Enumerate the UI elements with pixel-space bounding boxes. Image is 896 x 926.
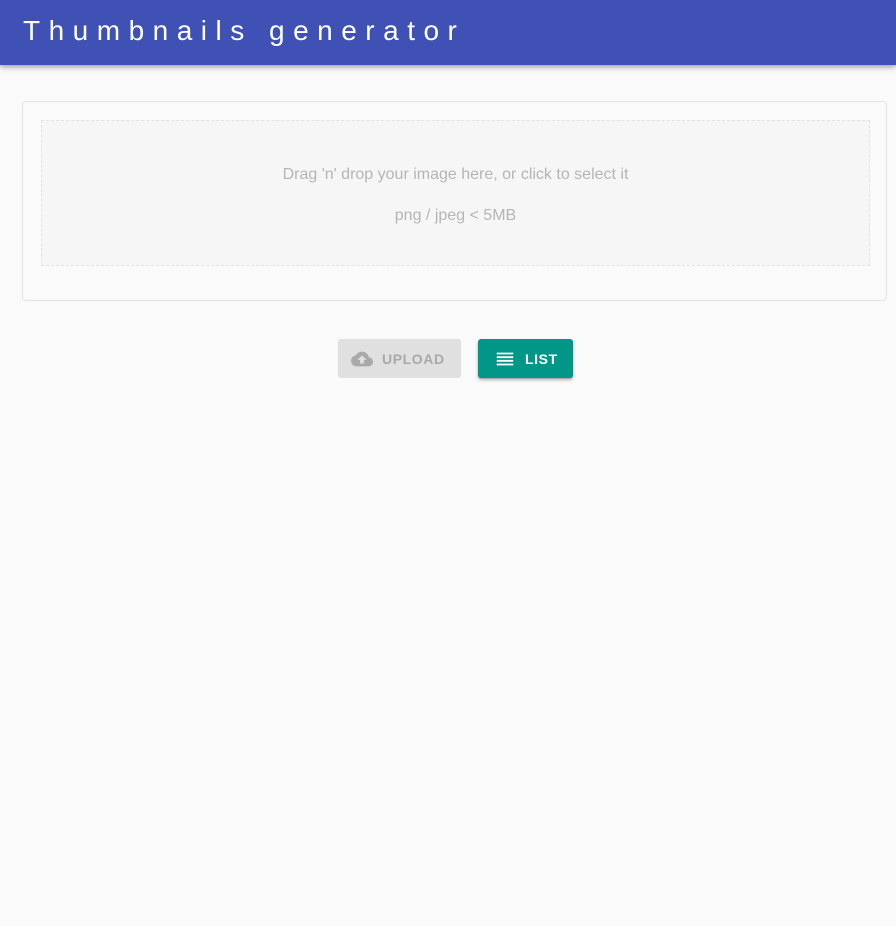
cloud-upload-icon — [351, 348, 373, 370]
list-icon — [494, 348, 516, 370]
dropzone-constraints: png / jpeg < 5MB — [394, 207, 517, 224]
dropzone-instruction: Drag 'n' drop your image here, or click … — [282, 166, 629, 183]
action-buttons: UPLOAD LIST — [338, 339, 573, 378]
app-title: Thumbnails generator — [23, 15, 466, 46]
list-button-label: LIST — [525, 350, 558, 367]
upload-button-label: UPLOAD — [382, 350, 445, 367]
app-bar: Thumbnails generator — [0, 0, 896, 65]
upload-button[interactable]: UPLOAD — [338, 339, 461, 378]
upload-card: Drag 'n' drop your image here, or click … — [22, 101, 887, 301]
image-dropzone[interactable]: Drag 'n' drop your image here, or click … — [41, 120, 870, 266]
list-button[interactable]: LIST — [478, 339, 573, 378]
